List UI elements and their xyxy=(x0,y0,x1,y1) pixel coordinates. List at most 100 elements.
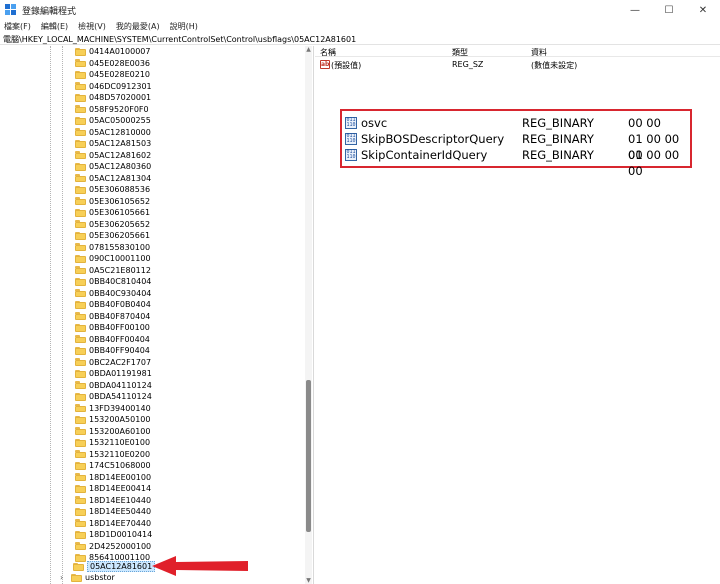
tree-item[interactable]: 0BB40C810404 xyxy=(75,276,151,288)
column-header-data[interactable]: 資料 xyxy=(531,47,547,58)
title-bar: 登錄編輯程式 — ☐ ✕ xyxy=(0,0,720,20)
tree-item[interactable]: 13FD39400140 xyxy=(75,403,151,415)
tree-item-label: 05AC12A81503 xyxy=(89,139,152,149)
folder-icon xyxy=(75,335,86,344)
tree-item[interactable]: 05E306205652 xyxy=(75,219,150,231)
tree-item-label: 048D57020001 xyxy=(89,93,152,103)
tree-item[interactable]: 18D14EE00100 xyxy=(75,472,151,484)
values-column-header: 名稱 類型 資料 xyxy=(315,46,720,57)
tree-item[interactable]: 153200A60100 xyxy=(75,426,150,438)
tree-item-label: 0BC2AC2F1707 xyxy=(89,357,152,367)
tree-item-selected[interactable]: 05AC12A81601 xyxy=(73,561,156,573)
tree-item[interactable]: 05E306205661 xyxy=(75,230,150,242)
menu-favorites[interactable]: 我的最愛(A) xyxy=(116,21,160,32)
scroll-up-arrow-icon[interactable]: ▲ xyxy=(305,46,312,53)
tree-item[interactable]: 18D14EE50440 xyxy=(75,506,151,518)
tree-item[interactable]: 05AC05000255 xyxy=(75,115,151,127)
tree-item[interactable]: 05AC12A81602 xyxy=(75,150,151,162)
folder-icon xyxy=(75,139,86,148)
tree-item[interactable]: 05E306088536 xyxy=(75,184,150,196)
tree-item-label: 0BB40FF00404 xyxy=(89,334,150,344)
tree-item-label: 18D14EE10440 xyxy=(89,495,152,505)
tree-item[interactable]: 18D14EE00414 xyxy=(75,483,151,495)
tree-item[interactable]: 0A5C21E80112 xyxy=(75,265,151,277)
tree-item[interactable]: 2D4252000100 xyxy=(75,541,151,553)
scrollbar-thumb[interactable] xyxy=(306,380,311,532)
menu-view[interactable]: 檢視(V) xyxy=(78,21,106,32)
folder-icon xyxy=(75,289,86,298)
binary-value-icon: 011 110 xyxy=(345,149,357,161)
scroll-down-arrow-icon[interactable]: ▼ xyxy=(305,577,312,584)
tree-item[interactable]: 0BB40F870404 xyxy=(75,311,150,323)
tree-item-label: 18D14EE00100 xyxy=(89,472,152,482)
value-row-skip-bos-descriptor-query[interactable]: 011 110 SkipBOSDescriptorQuery REG_BINAR… xyxy=(342,131,694,162)
tree-item[interactable]: 18D14EE70440 xyxy=(75,518,151,530)
tree-item[interactable]: 090C10001100 xyxy=(75,253,151,265)
tree-item[interactable]: 045E028E0210 xyxy=(75,69,150,81)
close-button[interactable]: ✕ xyxy=(686,0,720,20)
tree-item-label: 2D4252000100 xyxy=(89,541,152,551)
key-tree-pane[interactable]: 0414A0100007 045E028E0036 045E028E0210 046D… xyxy=(0,46,314,584)
value-name: SkipBOSDescriptorQuery xyxy=(361,132,505,146)
tree-item[interactable]: 0414A0100007 xyxy=(75,46,150,58)
tree-item[interactable]: 0BC2AC2F1707 xyxy=(75,357,151,369)
column-header-type[interactable]: 類型 xyxy=(452,47,468,58)
tree-item[interactable]: 058F9520F0F0 xyxy=(75,104,149,116)
folder-icon xyxy=(75,381,86,390)
folder-icon xyxy=(75,174,86,183)
tree-item[interactable]: 0BDA54110124 xyxy=(75,391,152,403)
tree-item-label: 05AC12810000 xyxy=(89,127,151,137)
value-type: REG_SZ xyxy=(452,60,484,69)
folder-icon xyxy=(75,59,86,68)
tree-item[interactable]: 05AC12A80360 xyxy=(75,161,151,173)
tree-item[interactable]: 0BB40FF00404 xyxy=(75,334,150,346)
tree-item[interactable]: 05E306105661 xyxy=(75,207,150,219)
minimize-button[interactable]: — xyxy=(618,0,652,20)
tree-item[interactable]: 05AC12A81304 xyxy=(75,173,151,185)
tree-item-usbstor[interactable]: › usbstor xyxy=(60,572,115,584)
tree-item-label: 0BB40FF00100 xyxy=(89,323,150,333)
value-data: 00 00 xyxy=(628,116,661,130)
tree-item[interactable]: 05AC12A81503 xyxy=(75,138,151,150)
tree-item[interactable]: 0BDA01191981 xyxy=(75,368,152,380)
tree-item[interactable]: 18D1D0010414 xyxy=(75,529,152,541)
tree-item[interactable]: 045E028E0036 xyxy=(75,58,150,70)
folder-icon xyxy=(75,369,86,378)
folder-icon xyxy=(75,358,86,367)
tree-item-label: 0BB40F870404 xyxy=(89,311,151,321)
menu-edit[interactable]: 編輯(E) xyxy=(41,21,68,32)
folder-icon xyxy=(71,573,82,582)
tree-item[interactable]: 0BB40FF00100 xyxy=(75,322,150,334)
tree-item[interactable]: 0BB40C930404 xyxy=(75,288,151,300)
values-pane[interactable]: 名稱 類型 資料 ab (預設值) REG_SZ (數值未設定) 011 110… xyxy=(315,46,720,584)
tree-scrollbar[interactable]: ▲ ▼ xyxy=(305,46,312,584)
maximize-button[interactable]: ☐ xyxy=(652,0,686,20)
tree-item[interactable]: 0BDA04110124 xyxy=(75,380,152,392)
folder-icon xyxy=(75,496,86,505)
menu-file[interactable]: 檔案(F) xyxy=(4,21,31,32)
tree-item[interactable]: 046DC0912301 xyxy=(75,81,152,93)
value-type: REG_BINARY xyxy=(522,116,594,130)
tree-item[interactable]: 048D57020001 xyxy=(75,92,151,104)
tree-item[interactable]: 1532110E0100 xyxy=(75,437,150,449)
column-header-name[interactable]: 名稱 xyxy=(320,47,336,58)
value-row-default[interactable]: ab (預設值) REG_SZ (數值未設定) xyxy=(315,59,720,71)
tree-item[interactable]: 174C51068000 xyxy=(75,460,151,472)
value-row-osvc[interactable]: 011 110 osvc REG_BINARY 00 00 xyxy=(342,115,694,131)
tree-item-label: 05AC12A81602 xyxy=(89,150,152,160)
tree-item-label: 045E028E0210 xyxy=(89,70,151,80)
value-row-skip-container-id-query[interactable]: 011 110 SkipContainerIdQuery REG_BINARY … xyxy=(342,147,694,178)
tree-item[interactable]: 078155830100 xyxy=(75,242,150,254)
tree-item[interactable]: 153200A50100 xyxy=(75,414,150,426)
tree-item[interactable]: 0BB40F0B0404 xyxy=(75,299,151,311)
tree-item[interactable]: 0BB40FF90404 xyxy=(75,345,150,357)
tree-item[interactable]: 05AC12810000 xyxy=(75,127,151,139)
menu-help[interactable]: 說明(H) xyxy=(170,21,198,32)
tree-item-label: 0BDA54110124 xyxy=(89,392,152,402)
tree-item[interactable]: 18D14EE10440 xyxy=(75,495,151,507)
address-bar[interactable]: 電腦\HKEY_LOCAL_MACHINE\SYSTEM\CurrentCont… xyxy=(0,34,720,45)
tree-item[interactable]: 1532110E0200 xyxy=(75,449,150,461)
folder-icon xyxy=(75,300,86,309)
tree-item[interactable]: 05E306105652 xyxy=(75,196,150,208)
chevron-right-icon[interactable]: › xyxy=(60,573,68,582)
